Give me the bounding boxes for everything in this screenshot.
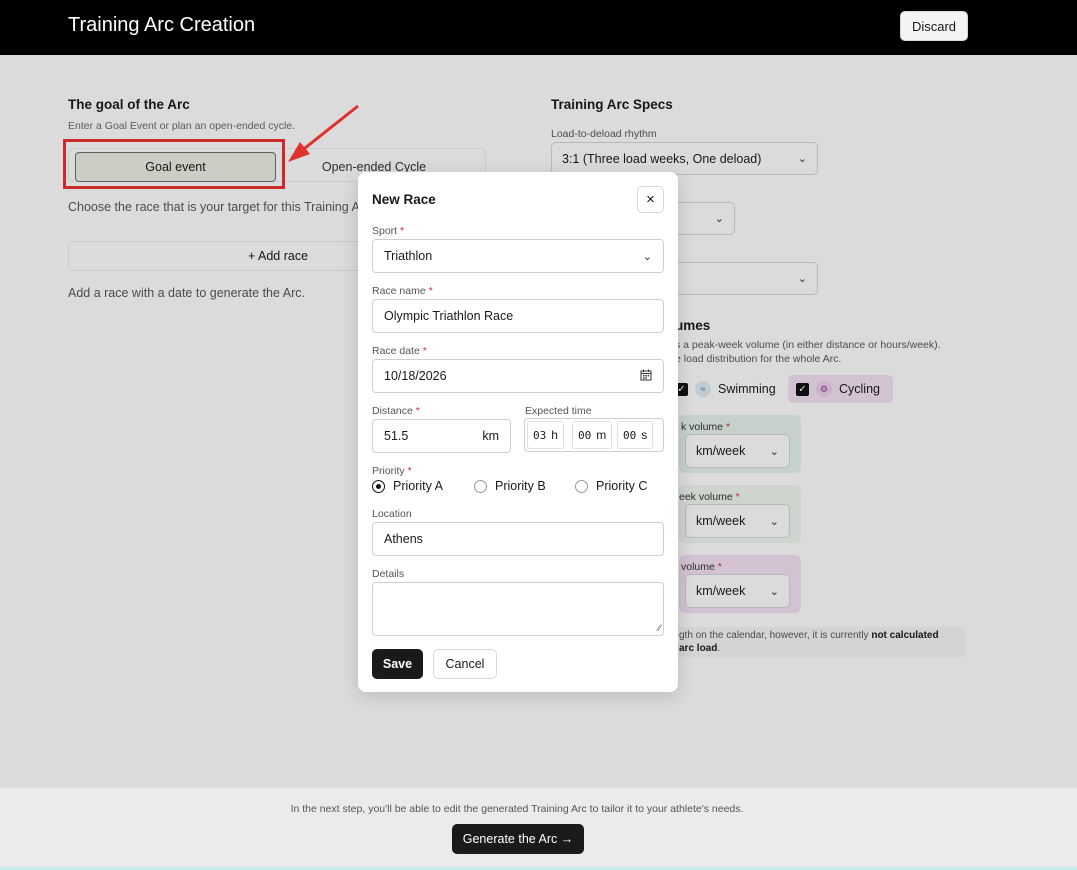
distance-input[interactable]: 51.5 km [372,419,511,453]
minutes-value: 00 [578,428,592,442]
generate-arc-button[interactable]: Generate the Arc → [452,824,584,854]
location-value: Athens [384,532,423,546]
distance-value: 51.5 [384,429,409,443]
expected-time-input: 03 h 00 m 00 s [524,418,664,452]
priority-label: Priority * [372,465,412,477]
discard-button[interactable]: Discard [900,11,968,41]
radio-unselected[interactable] [474,479,487,493]
race-name-input[interactable]: Olympic Triathlon Race [372,299,664,333]
priority-a-radio[interactable]: Priority A [372,479,443,493]
race-date-label: Race date * [372,345,427,357]
resize-handle-icon[interactable]: ∕∕ [658,623,661,633]
race-name-value: Olympic Triathlon Race [384,309,514,323]
race-date-input[interactable]: 10/18/2026 [372,359,664,393]
hours-unit: h [551,428,558,442]
seconds-value: 00 [623,428,637,442]
race-date-value: 10/18/2026 [384,369,447,383]
distance-label: Distance * [372,405,420,417]
time-hours[interactable]: 03 h [527,421,564,449]
radio-unselected[interactable] [575,479,588,493]
time-minutes[interactable]: 00 m [572,421,613,449]
footer-bar: In the next step, you'll be able to edit… [0,788,1077,870]
priority-option-label: Priority A [393,479,444,493]
sport-label: Sport * [372,225,405,237]
time-seconds[interactable]: 00 s [617,421,654,449]
priority-b-radio[interactable]: Priority B [474,479,546,493]
minutes-unit: m [596,428,607,442]
priority-option-label: Priority B [495,479,546,493]
radio-selected[interactable] [372,479,385,493]
race-name-label: Race name * [372,285,433,297]
red-arrow-icon [288,104,359,162]
priority-option-label: Priority C [596,479,648,493]
calendar-icon[interactable] [640,369,652,384]
details-textarea[interactable]: ∕∕ [372,582,664,636]
location-input[interactable]: Athens [372,522,664,556]
top-bar: Training Arc Creation Discard [0,0,1077,55]
expected-time-label: Expected time [525,405,592,417]
footer-hint: In the next step, you'll be able to edit… [290,803,744,815]
page-title: Training Arc Creation [68,14,256,36]
hours-value: 03 [533,428,547,442]
modal-title: New Race [372,192,436,207]
save-button[interactable]: Save [372,649,423,679]
distance-unit: km [482,429,499,443]
sport-value: Triathlon [384,249,433,263]
chevron-down-icon: ⌄ [642,250,652,263]
priority-c-radio[interactable]: Priority C [575,479,647,493]
sport-select[interactable]: Triathlon ⌄ [372,239,664,273]
cancel-button[interactable]: Cancel [433,649,497,679]
new-race-modal: New Race × Sport * Triathlon ⌄ Race name… [358,172,678,692]
seconds-unit: s [641,428,648,442]
close-icon[interactable]: × [637,186,664,213]
details-label: Details [372,568,405,580]
location-label: Location [372,508,412,520]
